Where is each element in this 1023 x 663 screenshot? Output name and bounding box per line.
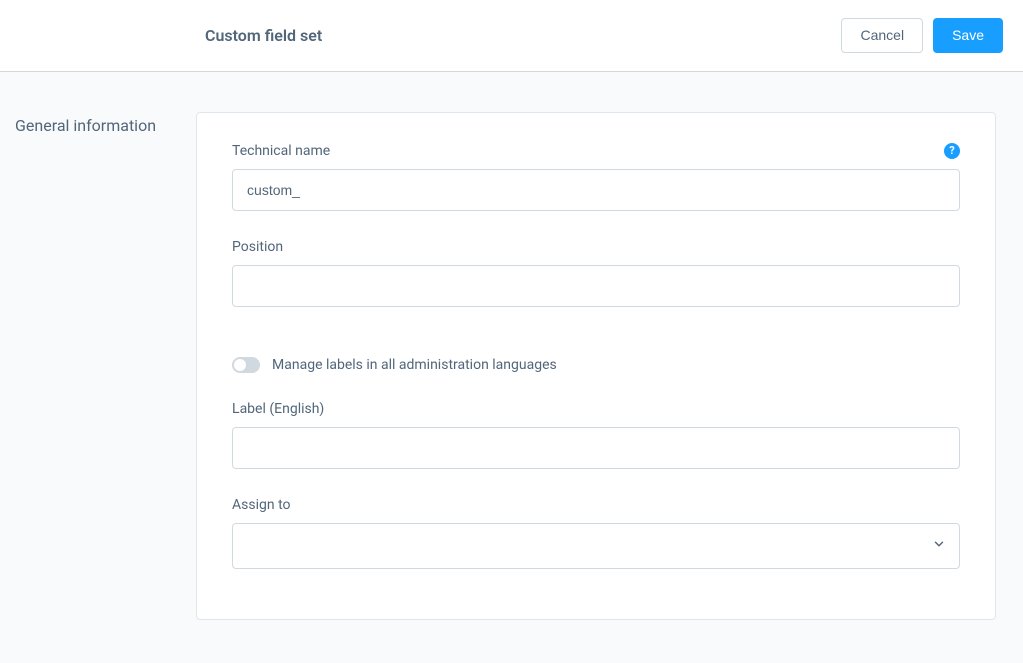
label-english-input[interactable] xyxy=(232,427,960,469)
technical-name-label: Technical name xyxy=(232,143,330,159)
page-title: Custom field set xyxy=(205,26,322,45)
toggle-knob xyxy=(234,359,246,371)
position-label: Position xyxy=(232,239,960,255)
content: General information Technical name ? Pos… xyxy=(0,72,1023,640)
position-group: Position xyxy=(232,239,960,307)
label-english-label: Label (English) xyxy=(232,401,960,417)
form-card: Technical name ? Position Manage labels … xyxy=(196,112,996,620)
assign-to-select[interactable] xyxy=(232,523,960,569)
manage-labels-toggle[interactable] xyxy=(232,357,260,373)
technical-name-input[interactable] xyxy=(232,169,960,211)
manage-labels-row: Manage labels in all administration lang… xyxy=(232,357,960,373)
header-actions: Cancel Save xyxy=(841,18,1003,53)
manage-labels-label: Manage labels in all administration lang… xyxy=(272,357,557,373)
technical-name-group: Technical name ? xyxy=(232,143,960,211)
page-header: Custom field set Cancel Save xyxy=(0,0,1023,72)
assign-to-label: Assign to xyxy=(232,497,960,513)
assign-to-group: Assign to xyxy=(232,497,960,569)
position-input[interactable] xyxy=(232,265,960,307)
cancel-button[interactable]: Cancel xyxy=(841,18,923,53)
help-icon[interactable]: ? xyxy=(944,143,960,159)
label-english-group: Label (English) xyxy=(232,401,960,469)
section-label: General information xyxy=(15,112,156,135)
save-button[interactable]: Save xyxy=(933,18,1003,53)
